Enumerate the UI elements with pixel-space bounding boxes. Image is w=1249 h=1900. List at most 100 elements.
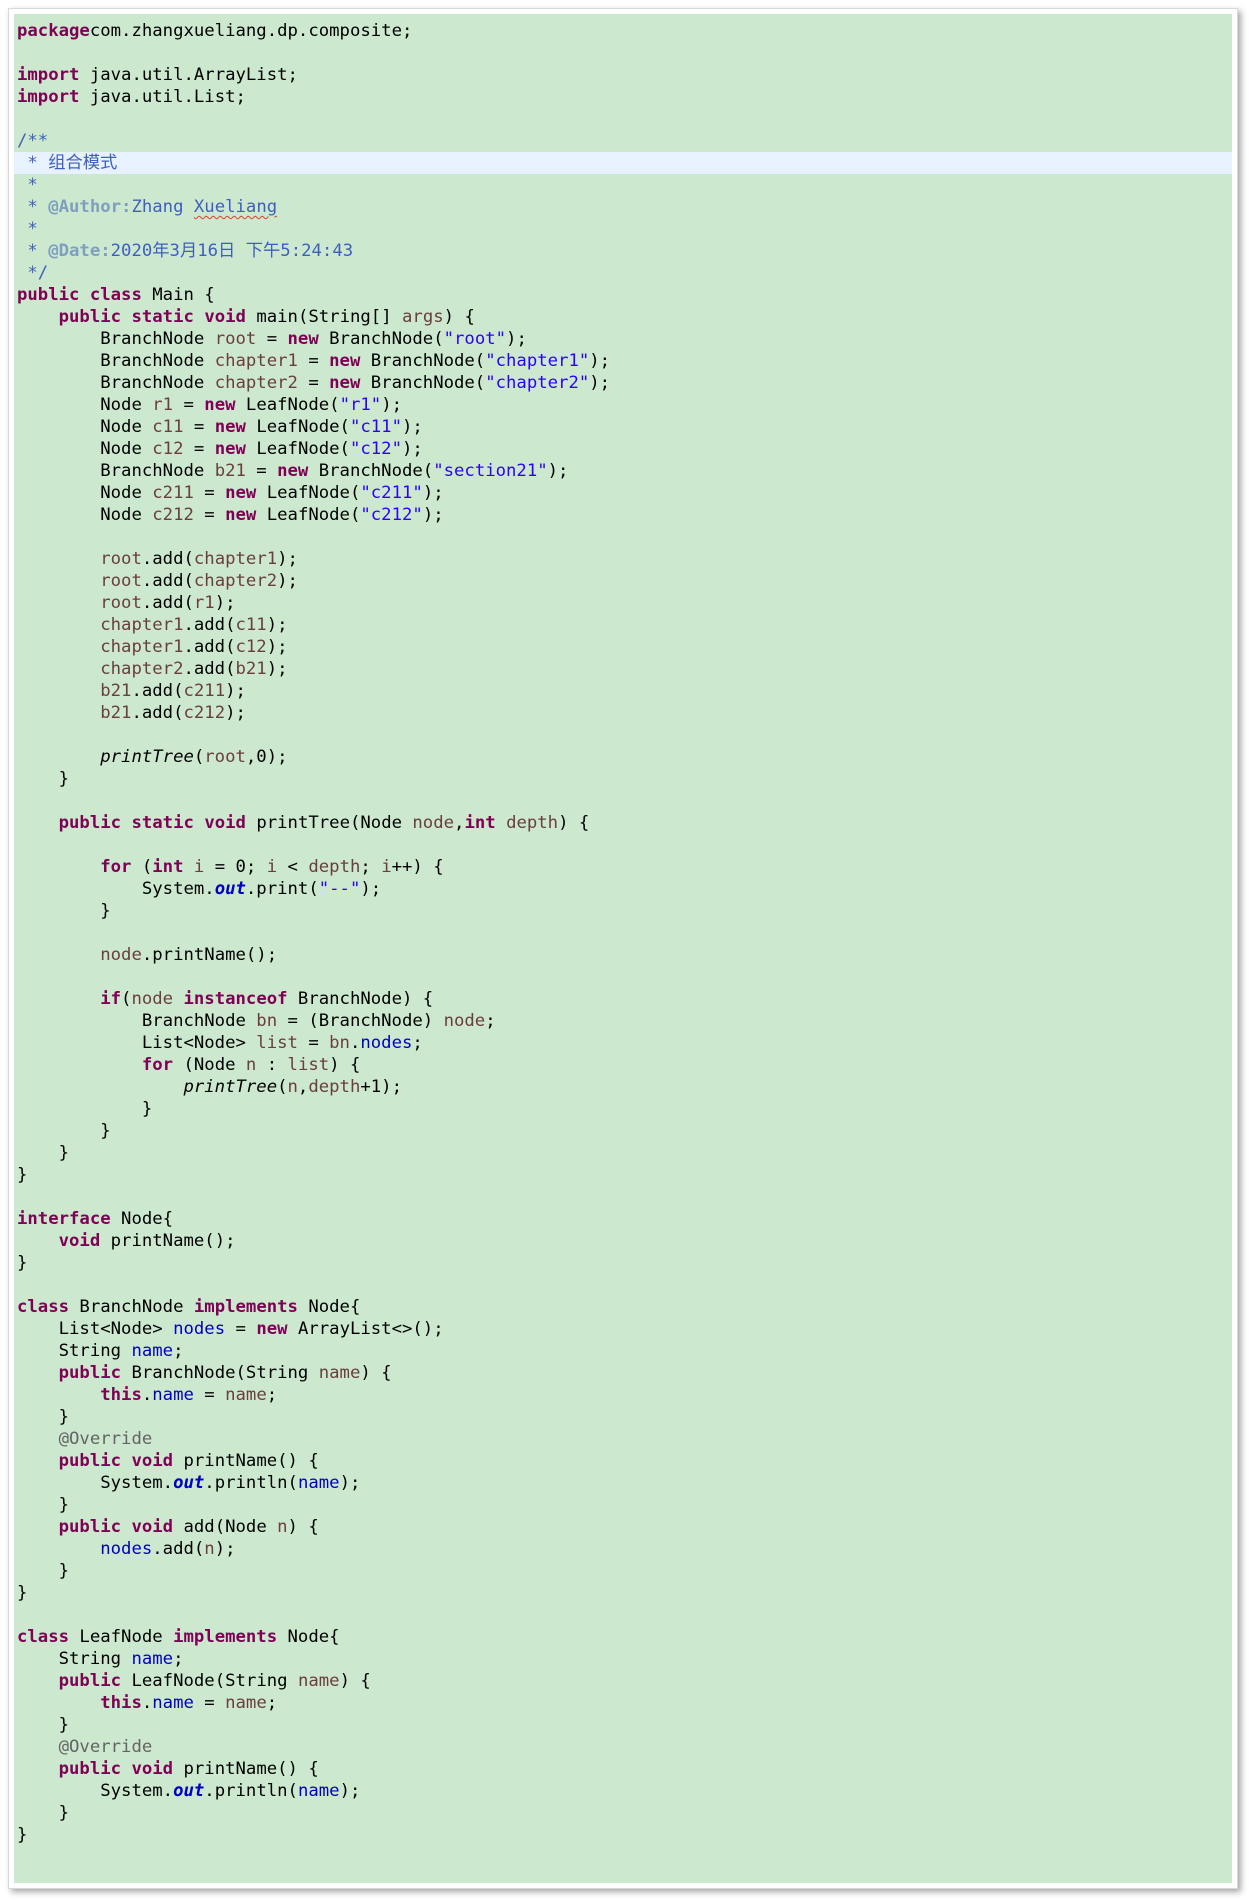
code-line[interactable]: node.printName(); xyxy=(14,944,1232,966)
code-line[interactable]: Node c212 = new LeafNode("c212"); xyxy=(14,504,1232,526)
code-line[interactable]: List<Node> list = bn.nodes; xyxy=(14,1032,1232,1054)
code-line[interactable]: } xyxy=(14,900,1232,922)
code-line[interactable]: String name; xyxy=(14,1648,1232,1670)
code-line[interactable]: class LeafNode implements Node{ xyxy=(14,1626,1232,1648)
code-line[interactable]: } xyxy=(14,1164,1232,1186)
code-line-text: public void printName() { xyxy=(17,1451,319,1471)
code-line[interactable]: chapter2.add(b21); xyxy=(14,658,1232,680)
code-line[interactable]: * xyxy=(14,218,1232,240)
code-token: new xyxy=(214,417,246,437)
code-line[interactable]: } xyxy=(14,1560,1232,1582)
code-line[interactable]: chapter1.add(c12); xyxy=(14,636,1232,658)
code-line[interactable]: public void add(Node n) { xyxy=(14,1516,1232,1538)
code-line[interactable]: printTree(root,0); xyxy=(14,746,1232,768)
code-line[interactable]: import java.util.ArrayList; xyxy=(14,64,1232,86)
code-line[interactable]: */ xyxy=(14,262,1232,284)
code-token: new xyxy=(329,351,361,371)
code-token: ) { xyxy=(329,1055,361,1075)
code-token: LeafNode( xyxy=(245,417,350,437)
code-line[interactable]: BranchNode chapter2 = new BranchNode("ch… xyxy=(14,372,1232,394)
code-line[interactable]: } xyxy=(14,1494,1232,1516)
code-line[interactable]: /** xyxy=(14,130,1232,152)
code-line[interactable]: } xyxy=(14,768,1232,790)
code-line[interactable]: } xyxy=(14,1406,1232,1428)
code-line[interactable]: root.add(chapter2); xyxy=(14,570,1232,592)
code-line[interactable]: BranchNode root = new BranchNode("root")… xyxy=(14,328,1232,350)
code-token: BranchNode( xyxy=(308,461,434,481)
code-line[interactable]: * xyxy=(14,174,1232,196)
code-line[interactable]: System.out.println(name); xyxy=(14,1780,1232,1802)
code-line[interactable]: Node c11 = new LeafNode("c11"); xyxy=(14,416,1232,438)
code-line[interactable]: for (Node n : list) { xyxy=(14,1054,1232,1076)
code-line[interactable]: } xyxy=(14,1120,1232,1142)
code-line[interactable]: Node c211 = new LeafNode("c211"); xyxy=(14,482,1232,504)
code-line[interactable]: b21.add(c211); xyxy=(14,680,1232,702)
code-token: BranchNode( xyxy=(318,329,444,349)
code-line[interactable]: } xyxy=(14,1142,1232,1164)
code-line[interactable]: nodes.add(n); xyxy=(14,1538,1232,1560)
code-line[interactable]: void printName(); xyxy=(14,1230,1232,1252)
code-line[interactable]: * @Author:Zhang Xueliang xyxy=(14,196,1232,218)
code-line[interactable]: BranchNode b21 = new BranchNode("section… xyxy=(14,460,1232,482)
code-editor[interactable]: packagecom.zhangxueliang.dp.composite; i… xyxy=(14,14,1232,1883)
code-line[interactable]: if(node instanceof BranchNode) { xyxy=(14,988,1232,1010)
code-line[interactable]: public static void printTree(Node node,i… xyxy=(14,812,1232,834)
code-line[interactable] xyxy=(14,834,1232,856)
code-line[interactable]: List<Node> nodes = new ArrayList<>(); xyxy=(14,1318,1232,1340)
code-line[interactable]: String name; xyxy=(14,1340,1232,1362)
code-line[interactable]: import java.util.List; xyxy=(14,86,1232,108)
code-line[interactable]: System.out.println(name); xyxy=(14,1472,1232,1494)
code-line[interactable]: } xyxy=(14,1824,1232,1846)
code-line[interactable]: printTree(n,depth+1); xyxy=(14,1076,1232,1098)
code-line[interactable]: System.out.print("--"); xyxy=(14,878,1232,900)
code-line-text: } xyxy=(17,1253,27,1273)
code-line[interactable] xyxy=(14,790,1232,812)
code-line[interactable]: root.add(chapter1); xyxy=(14,548,1232,570)
code-line[interactable]: class BranchNode implements Node{ xyxy=(14,1296,1232,1318)
code-line[interactable] xyxy=(14,1604,1232,1626)
code-token: .add( xyxy=(131,681,184,701)
code-line[interactable]: @Override xyxy=(14,1736,1232,1758)
code-token: ) { xyxy=(339,1671,371,1691)
code-line[interactable]: public LeafNode(String name) { xyxy=(14,1670,1232,1692)
code-line[interactable]: Node r1 = new LeafNode("r1"); xyxy=(14,394,1232,416)
code-line[interactable] xyxy=(14,724,1232,746)
code-line[interactable]: public class Main { xyxy=(14,284,1232,306)
code-token: new xyxy=(214,439,246,459)
code-line[interactable]: @Override xyxy=(14,1428,1232,1450)
code-line[interactable]: public void printName() { xyxy=(14,1450,1232,1472)
code-line[interactable]: public void printName() { xyxy=(14,1758,1232,1780)
code-line[interactable]: b21.add(c212); xyxy=(14,702,1232,724)
code-line[interactable]: BranchNode chapter1 = new BranchNode("ch… xyxy=(14,350,1232,372)
code-token: public xyxy=(58,307,122,327)
code-line[interactable]: interface Node{ xyxy=(14,1208,1232,1230)
code-line[interactable]: packagecom.zhangxueliang.dp.composite; xyxy=(14,20,1232,42)
code-line[interactable]: Node c12 = new LeafNode("c12"); xyxy=(14,438,1232,460)
code-line[interactable]: this.name = name; xyxy=(14,1692,1232,1714)
code-token: Node xyxy=(17,505,153,525)
code-line[interactable]: public BranchNode(String name) { xyxy=(14,1362,1232,1384)
code-line[interactable] xyxy=(14,922,1232,944)
code-line[interactable]: * @Date:2020年3月16日 下午5:24:43 xyxy=(14,240,1232,262)
code-line[interactable]: * 组合模式 xyxy=(14,152,1232,174)
code-line[interactable]: public static void main(String[] args) { xyxy=(14,306,1232,328)
code-line[interactable]: } xyxy=(14,1714,1232,1736)
code-line[interactable]: root.add(r1); xyxy=(14,592,1232,614)
source-code[interactable]: packagecom.zhangxueliang.dp.composite; i… xyxy=(14,14,1232,1846)
code-token: "c211" xyxy=(360,483,423,503)
code-line[interactable]: } xyxy=(14,1098,1232,1120)
code-line[interactable] xyxy=(14,966,1232,988)
code-line[interactable]: } xyxy=(14,1252,1232,1274)
code-line[interactable]: } xyxy=(14,1582,1232,1604)
code-line[interactable] xyxy=(14,42,1232,64)
code-line[interactable] xyxy=(14,526,1232,548)
code-token: ( xyxy=(193,747,205,767)
code-line[interactable]: for (int i = 0; i < depth; i++) { xyxy=(14,856,1232,878)
code-line[interactable]: } xyxy=(14,1802,1232,1824)
code-line[interactable] xyxy=(14,1274,1232,1296)
code-line[interactable] xyxy=(14,108,1232,130)
code-line[interactable]: BranchNode bn = (BranchNode) node; xyxy=(14,1010,1232,1032)
code-line[interactable]: chapter1.add(c11); xyxy=(14,614,1232,636)
code-line[interactable] xyxy=(14,1186,1232,1208)
code-line[interactable]: this.name = name; xyxy=(14,1384,1232,1406)
